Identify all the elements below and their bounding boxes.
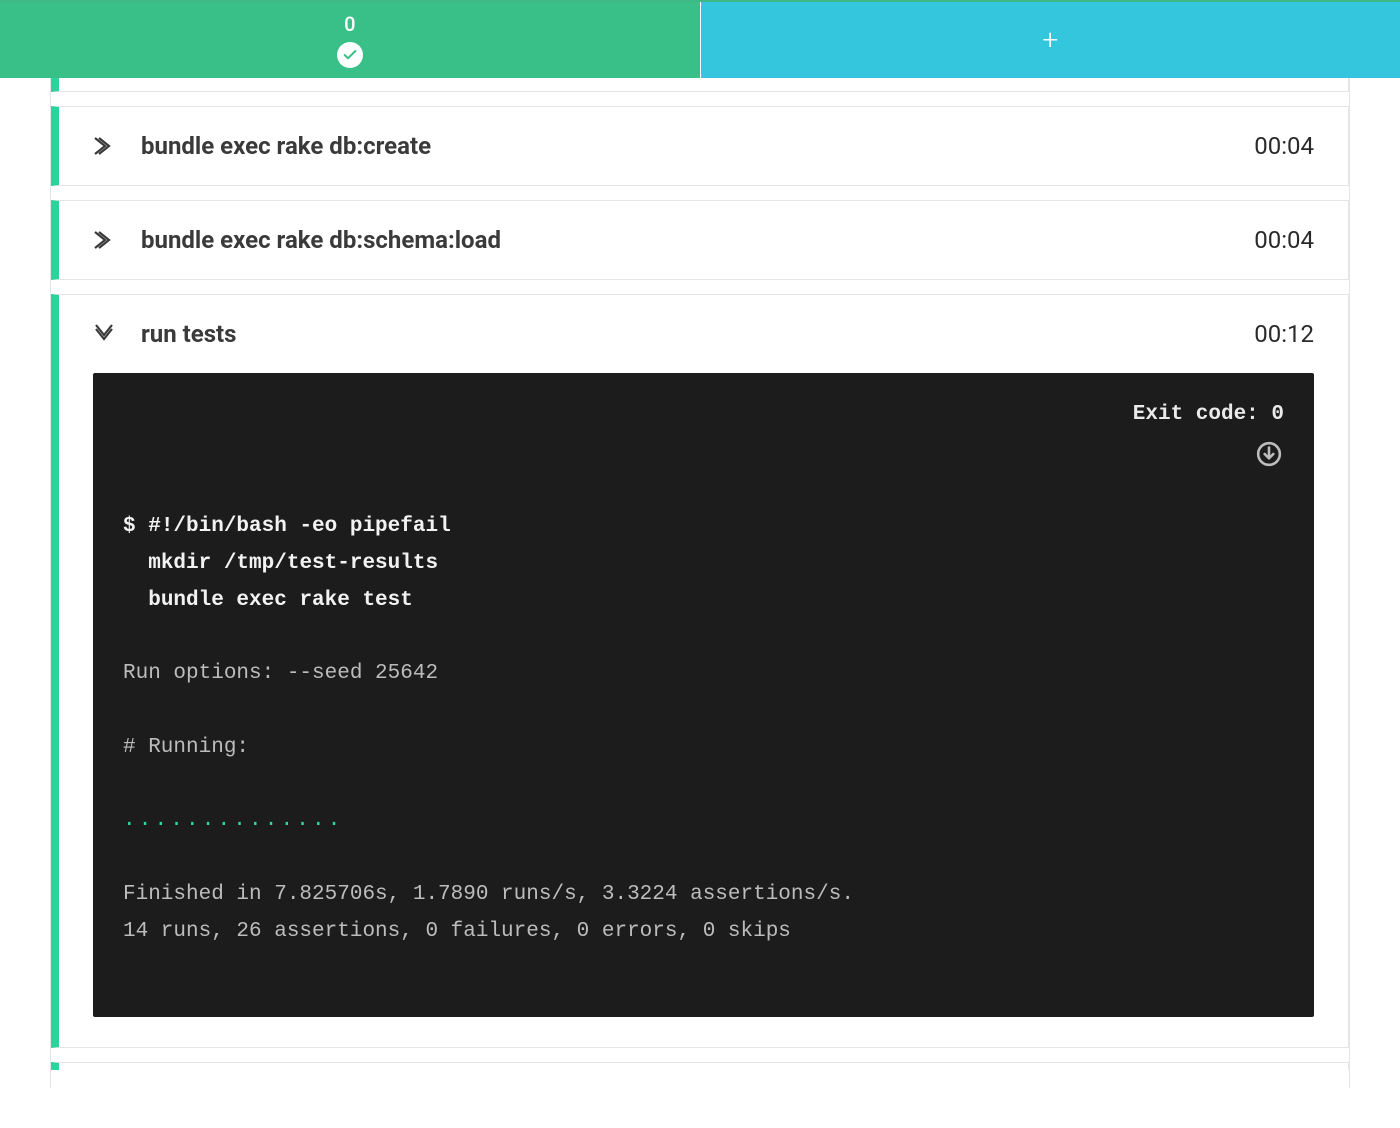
cmd-line-1: #!/bin/bash -eo pipefail bbox=[148, 515, 450, 538]
add-job-tab[interactable]: + bbox=[701, 2, 1400, 78]
output-line: # Running: bbox=[123, 736, 249, 759]
steps-panel: bundle exec rake db:create 00:04 bundle … bbox=[0, 78, 1400, 1128]
step-title: run tests bbox=[141, 320, 1254, 348]
output-summary-line: 14 runs, 26 assertions, 0 failures, 0 er… bbox=[123, 920, 791, 943]
step-row: bundle exec rake db:create 00:04 bbox=[51, 106, 1349, 186]
job-tab-0-status bbox=[337, 42, 363, 68]
job-tab-0-label: 0 bbox=[344, 12, 355, 36]
plus-icon: + bbox=[1042, 26, 1058, 54]
output-line: Run options: --seed 25642 bbox=[123, 662, 438, 685]
success-check-icon bbox=[337, 42, 363, 68]
step-row: run tests 00:12 Exit code: 0 $ #!/bin/ba… bbox=[51, 294, 1349, 1048]
output-line: Finished in 7.825706s, 1.7890 runs/s, 3.… bbox=[123, 883, 854, 906]
step-title: bundle exec rake db:schema:load bbox=[141, 226, 1254, 254]
step-header[interactable]: run tests 00:12 bbox=[59, 295, 1348, 373]
steps-panel-inner: bundle exec rake db:create 00:04 bundle … bbox=[50, 78, 1350, 1088]
terminal-output: Exit code: 0 $ #!/bin/bash -eo pipefail … bbox=[93, 373, 1314, 1017]
next-step-stub bbox=[51, 1062, 1349, 1070]
step-row: bundle exec rake db:schema:load 00:04 bbox=[51, 200, 1349, 280]
cmd-line-2: mkdir /tmp/test-results bbox=[148, 552, 438, 575]
step-duration: 00:12 bbox=[1254, 320, 1314, 348]
test-progress-dots: .............. bbox=[123, 809, 344, 832]
chevron-down-icon bbox=[89, 319, 119, 349]
prompt-symbol: $ bbox=[123, 515, 148, 538]
chevron-right-icon bbox=[89, 225, 119, 255]
job-tab-0[interactable]: 0 bbox=[0, 2, 700, 78]
cmd-line-3: bundle exec rake test bbox=[148, 589, 413, 612]
step-header[interactable]: bundle exec rake db:create 00:04 bbox=[59, 107, 1348, 185]
step-title: bundle exec rake db:create bbox=[141, 132, 1254, 160]
step-header[interactable]: bundle exec rake db:schema:load 00:04 bbox=[59, 201, 1348, 279]
chevron-right-icon bbox=[89, 131, 119, 161]
previous-step-stub bbox=[51, 78, 1349, 92]
download-log-button[interactable] bbox=[1254, 439, 1284, 469]
step-duration: 00:04 bbox=[1254, 132, 1314, 160]
exit-code-label: Exit code: 0 bbox=[1133, 397, 1284, 434]
step-duration: 00:04 bbox=[1254, 226, 1314, 254]
job-tab-bar: 0 + bbox=[0, 0, 1400, 78]
